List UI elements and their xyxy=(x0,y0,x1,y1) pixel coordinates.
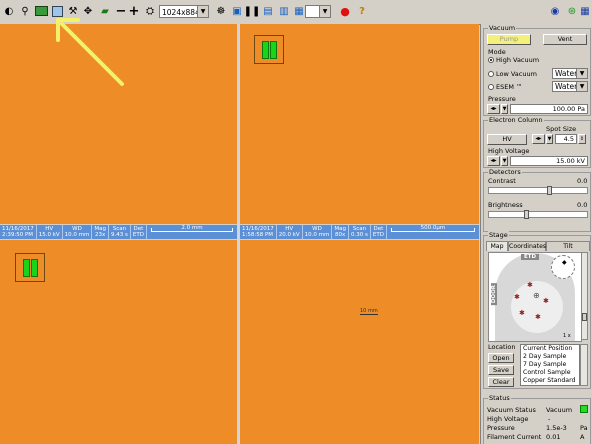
bar-chart-icon[interactable]: ▥ xyxy=(276,3,292,19)
contrast-thumb[interactable] xyxy=(547,186,552,195)
annotation-arrow xyxy=(56,18,124,86)
resolution-select[interactable]: 1024x884 ▼ xyxy=(159,5,209,18)
vent-button[interactable]: Vent xyxy=(543,34,587,45)
chevron-down-icon: ▼ xyxy=(319,6,330,17)
databar-2: 11/16/2017 1:58:58 PM HV 20.0 kV WD 10.0 mm… xyxy=(240,225,479,239)
brightness-thumb[interactable] xyxy=(524,210,529,219)
clear-button[interactable]: Clear xyxy=(488,377,514,387)
viewport-4[interactable]: 10 mm xyxy=(240,240,479,444)
detector-marker-icon: ◆ xyxy=(562,259,567,266)
snapshot-icon[interactable]: ▤ xyxy=(260,3,276,19)
pressure-field[interactable]: 100.00 Pa xyxy=(510,104,588,114)
high-vacuum-radio[interactable] xyxy=(488,57,494,63)
vacuum-status-indicator xyxy=(580,405,588,413)
chevron-down-icon: ▼ xyxy=(197,6,208,17)
stage-tabs: Map Coordinates Tilt Correction xyxy=(486,241,590,260)
chevron-down-icon[interactable]: ▼ xyxy=(501,104,508,114)
pause-icon xyxy=(262,41,269,59)
lens-icon[interactable]: ⛭ xyxy=(142,3,158,19)
sample-marker-icon[interactable]: ✱ xyxy=(543,297,549,305)
tab-map[interactable]: Map xyxy=(486,241,508,251)
status-group: Status Vacuum Status Vacuum High Voltage… xyxy=(483,394,591,444)
chevron-down-icon: ▼ xyxy=(576,82,587,91)
control-panel: Vacuum Pump Vent Mode High Vacuum Low Va… xyxy=(480,24,592,444)
low-vacuum-gas-select[interactable]: Water ▼ xyxy=(552,68,588,79)
esem-gas-select[interactable]: Water ▼ xyxy=(552,81,588,92)
map-scale-label: 1 x xyxy=(563,333,571,339)
sample-marker-icon[interactable]: ✱ xyxy=(519,309,525,317)
list-item[interactable]: Control Sample xyxy=(521,369,579,377)
etd-label: ETD xyxy=(521,254,540,260)
location-list[interactable]: Current Position 2 Day Sample 7 Day Samp… xyxy=(520,344,580,386)
viewport-2[interactable] xyxy=(240,24,479,224)
electron-column-group: Electron Column Spot Size HV ◂▸ ▼ 4.5 ⇕ … xyxy=(483,116,591,168)
location-list-scrollbar[interactable] xyxy=(580,344,588,386)
filter-select[interactable]: ▼ xyxy=(305,5,331,18)
record-icon[interactable]: ● xyxy=(337,3,353,19)
hv-button[interactable]: HV xyxy=(487,134,527,145)
pressure-adjust-icon[interactable]: ◂▸ xyxy=(487,104,500,114)
high-voltage-adjust-icon[interactable]: ◂▸ xyxy=(487,156,500,166)
pump-button[interactable]: Pump xyxy=(487,34,531,45)
brightness-slider[interactable] xyxy=(488,210,588,219)
pause-icon[interactable]: ❚❚ xyxy=(244,3,261,19)
spot-size-adjust-icon[interactable]: ◂▸ xyxy=(532,134,545,144)
detectors-group: Detectors Contrast 0.0 Brightness 0.0 xyxy=(483,168,591,232)
spot-size-field[interactable]: 4.5 xyxy=(555,134,577,144)
ebeam-status-icon[interactable]: ◉ xyxy=(547,3,563,19)
paused-indicator xyxy=(15,253,45,282)
photo-icon[interactable]: ▣ xyxy=(229,3,245,19)
pause-icon xyxy=(270,41,277,59)
esem-radio[interactable] xyxy=(488,84,494,90)
scan-speed-icon[interactable]: ☸ xyxy=(213,3,229,19)
single-view-icon[interactable] xyxy=(33,3,49,19)
sample-marker-icon[interactable]: ✱ xyxy=(527,281,533,289)
chevron-down-icon[interactable]: ▼ xyxy=(546,134,553,144)
help-icon[interactable]: ? xyxy=(354,3,370,19)
low-vacuum-radio[interactable] xyxy=(488,71,494,77)
open-button[interactable]: Open xyxy=(488,353,514,363)
vacuum-group: Vacuum Pump Vent Mode High Vacuum Low Va… xyxy=(483,24,591,116)
list-item[interactable]: Copper Standard xyxy=(521,377,579,385)
scale-bar: 500.0µm xyxy=(387,225,479,239)
pause-icon xyxy=(31,259,38,277)
scrollbar-thumb[interactable] xyxy=(582,313,587,321)
list-item[interactable]: Current Position xyxy=(521,345,579,353)
databar-1: 11/16/2017 2:39:50 PM HV 15.0 kV WD 10.0 mm… xyxy=(0,225,237,239)
paused-indicator xyxy=(254,35,284,64)
spot-size-spinner[interactable]: ⇕ xyxy=(578,134,586,144)
sample-marker-icon[interactable]: ✱ xyxy=(535,313,541,321)
scale-bar: 2.0 mm xyxy=(147,225,237,239)
tab-tilt-correction[interactable]: Tilt Correction xyxy=(546,241,590,260)
grid-icon[interactable]: ▦ xyxy=(579,3,591,19)
save-button[interactable]: Save xyxy=(488,365,514,375)
viewport-3[interactable] xyxy=(0,240,237,444)
pause-icon xyxy=(23,259,30,277)
sample-marker-icon[interactable]: ✱ xyxy=(514,293,520,301)
contrast-slider[interactable] xyxy=(488,186,588,195)
chevron-down-icon: ▼ xyxy=(576,69,587,78)
chevron-down-icon[interactable]: ▼ xyxy=(501,156,508,166)
high-voltage-field[interactable]: 15.00 kV xyxy=(510,156,588,166)
door-label: DOOR xyxy=(491,283,497,306)
scale-marker: 10 mm xyxy=(360,308,378,315)
stage-group: Stage Map Coordinates Tilt Correction ET… xyxy=(483,231,591,389)
list-item[interactable]: 2 Day Sample xyxy=(521,353,579,361)
tab-coordinates[interactable]: Coordinates xyxy=(508,241,546,251)
gauge-icon[interactable]: ⊛ xyxy=(564,3,580,19)
beam-icon[interactable]: ◐ xyxy=(1,3,17,19)
list-item[interactable]: 7 Day Sample xyxy=(521,361,579,369)
crosshair-icon[interactable]: ⊕ xyxy=(533,291,540,300)
stage-holder xyxy=(511,281,563,333)
map-zoom-scrollbar[interactable] xyxy=(581,252,588,340)
stage-map[interactable]: ETD DOOR ◆ ✱ ✱ ⊕ ✱ ✱ ✱ 1 x xyxy=(488,252,582,342)
detector-icon[interactable]: ⚲ xyxy=(17,3,33,19)
